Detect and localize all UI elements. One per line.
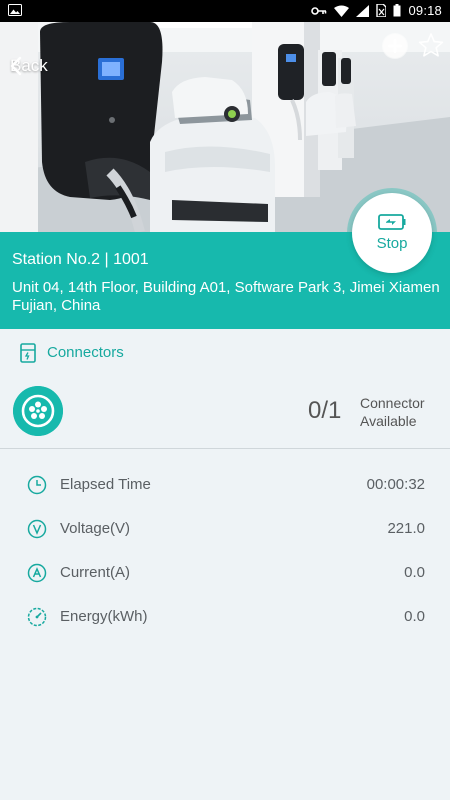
no-sim-icon: [376, 4, 387, 17]
charger-station-icon: [20, 343, 36, 363]
wifi-icon: [334, 5, 350, 17]
station-address: Unit 04, 14th Floor, Building A01, Softw…: [12, 279, 440, 314]
key-icon: [311, 6, 327, 15]
connectors-section-header[interactable]: Connectors: [0, 329, 450, 377]
clock-icon: [27, 475, 47, 495]
metric-value: 221.0: [387, 520, 425, 537]
current-icon: [27, 563, 47, 583]
back-button[interactable]: Back: [10, 56, 48, 76]
connector-row[interactable]: 0/1 Connector Available: [0, 377, 450, 449]
metric-current: Current(A) 0.0: [0, 551, 450, 595]
metric-name: Energy(kWh): [60, 608, 148, 625]
metric-value: 0.0: [404, 564, 425, 581]
connector-available-count: 0/1: [308, 397, 342, 424]
voltage-icon: [27, 519, 47, 539]
metric-voltage: Voltage(V) 221.0: [0, 507, 450, 551]
connector-available-text: Connector Available: [360, 394, 425, 430]
metric-name: Current(A): [60, 564, 131, 581]
battery-icon: [393, 4, 401, 17]
add-icon[interactable]: [382, 33, 408, 59]
connector-plug-icon: [13, 386, 63, 436]
metric-elapsed-time: Elapsed Time 00:00:32: [0, 463, 450, 507]
status-time: 09:18: [408, 3, 442, 18]
connector-text-line2: Available: [360, 413, 417, 429]
status-bar: 09:18: [0, 0, 450, 22]
metric-value: 00:00:32: [366, 476, 425, 493]
stop-charging-button[interactable]: Stop: [352, 193, 432, 273]
battery-charging-icon: [378, 214, 406, 230]
energy-gauge-icon: [27, 607, 47, 627]
metric-name: Voltage(V): [60, 520, 131, 537]
gallery-notification-icon: [8, 4, 22, 16]
chevron-left-icon: [10, 56, 22, 76]
favorite-star-icon[interactable]: [418, 32, 444, 58]
stop-label: Stop: [376, 235, 408, 252]
connectors-label: Connectors: [47, 344, 124, 361]
metric-name: Elapsed Time: [60, 476, 151, 493]
signal-icon: [356, 4, 370, 17]
metric-value: 0.0: [404, 608, 425, 625]
metric-energy: Energy(kWh) 0.0: [0, 595, 450, 639]
connector-text-line1: Connector: [360, 395, 425, 411]
station-title: Station No.2 | 1001: [12, 251, 149, 268]
